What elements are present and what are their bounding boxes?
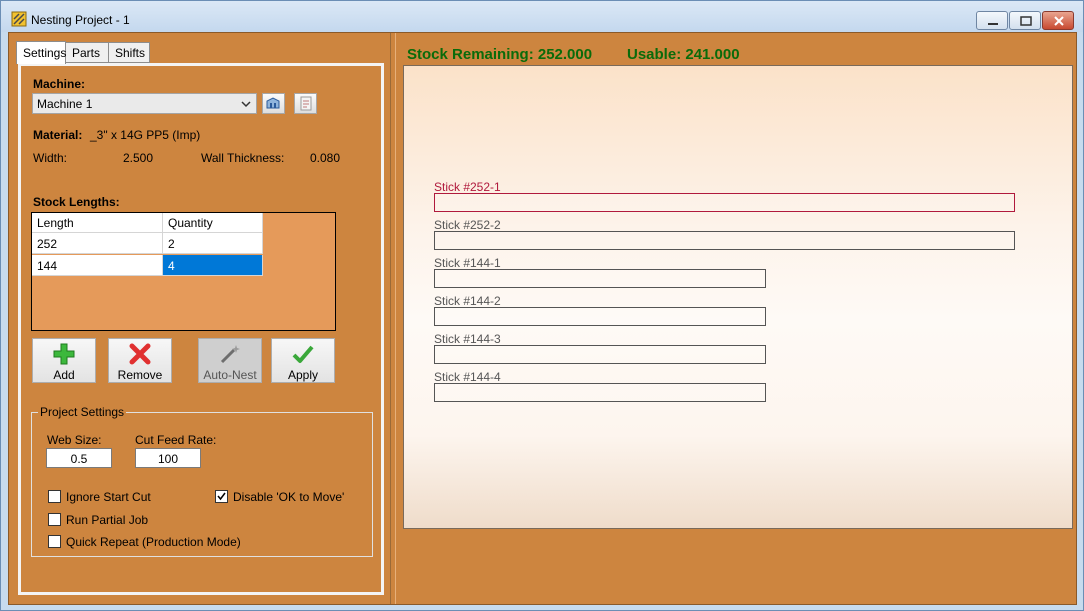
restore-button[interactable] bbox=[1009, 11, 1041, 30]
grid-header-quantity[interactable]: Quantity bbox=[163, 213, 263, 233]
close-icon bbox=[1054, 16, 1064, 26]
machine-select-value: Machine 1 bbox=[37, 97, 93, 111]
stock-lengths-label: Stock Lengths: bbox=[33, 195, 120, 209]
grid-cell-quantity-selected[interactable]: 4 bbox=[163, 255, 263, 276]
stick-bar[interactable] bbox=[434, 231, 1015, 250]
disable-ok-to-move-label: Disable 'OK to Move' bbox=[233, 490, 345, 504]
width-value: 2.500 bbox=[123, 151, 154, 165]
magic-wand-icon bbox=[220, 345, 240, 364]
tab-parts[interactable]: Parts bbox=[65, 42, 109, 63]
run-partial-job-checkbox[interactable] bbox=[48, 513, 61, 526]
tab-shifts[interactable]: Shifts bbox=[108, 42, 150, 63]
check-icon bbox=[217, 492, 226, 501]
ignore-start-cut-label: Ignore Start Cut bbox=[66, 490, 151, 504]
remove-button-label: Remove bbox=[117, 368, 163, 382]
settings-tab-page: Machine: Machine 1 Material: _3" x 14G P… bbox=[18, 63, 384, 595]
machine-properties-button[interactable] bbox=[294, 93, 317, 114]
wall-thickness-value: 0.080 bbox=[310, 151, 341, 165]
title-bar[interactable]: Nesting Project - 1 bbox=[1, 1, 1083, 32]
close-button[interactable] bbox=[1042, 11, 1074, 30]
minimize-icon bbox=[988, 23, 998, 25]
cut-feed-rate-input[interactable]: 100 bbox=[135, 448, 201, 468]
chevron-down-icon bbox=[241, 101, 251, 108]
stick-label: Stick #144-4 bbox=[434, 370, 501, 384]
usable-text: Usable: 241.000 bbox=[627, 46, 740, 63]
tab-settings[interactable]: Settings bbox=[16, 41, 66, 64]
project-settings-title: Project Settings bbox=[38, 405, 127, 419]
web-size-input[interactable]: 0.5 bbox=[46, 448, 112, 468]
machine-select[interactable]: Machine 1 bbox=[32, 93, 257, 114]
document-icon bbox=[300, 96, 312, 111]
open-machine-button[interactable] bbox=[262, 93, 285, 114]
web-size-label: Web Size: bbox=[47, 433, 102, 447]
auto-nest-button[interactable]: Auto-Nest bbox=[198, 338, 262, 383]
disable-ok-to-move-checkbox[interactable] bbox=[215, 490, 228, 503]
add-button-label: Add bbox=[53, 368, 75, 382]
grid-header-length[interactable]: Length bbox=[32, 213, 163, 233]
plus-icon bbox=[53, 343, 75, 365]
stick-label: Stick #144-1 bbox=[434, 256, 501, 270]
project-settings-group: Project Settings Web Size: 0.5 Cut Feed … bbox=[31, 405, 373, 557]
stick-bar[interactable] bbox=[434, 345, 766, 364]
stock-lengths-grid[interactable]: Length Quantity 252 2 144 4 bbox=[31, 212, 336, 331]
stick-bar[interactable] bbox=[434, 307, 766, 326]
material-label: Material: bbox=[33, 128, 83, 142]
quick-repeat-label: Quick Repeat (Production Mode) bbox=[66, 535, 241, 549]
add-button[interactable]: Add bbox=[32, 338, 96, 383]
minimize-button[interactable] bbox=[976, 11, 1008, 30]
stick-bar[interactable] bbox=[434, 269, 766, 288]
stick-label: Stick #144-2 bbox=[434, 294, 501, 308]
grid-cell-quantity[interactable]: 2 bbox=[163, 233, 263, 254]
client-area: Settings Parts Shifts Machine: Machine 1 bbox=[8, 32, 1077, 605]
machine-label: Machine: bbox=[33, 77, 86, 91]
nesting-canvas[interactable]: Stick #252-1 Stick #252-2 Stick #144-1 Stic… bbox=[403, 65, 1073, 529]
grid-cell-length[interactable]: 252 bbox=[32, 233, 163, 254]
wall-thickness-label: Wall Thickness: bbox=[201, 151, 285, 165]
quick-repeat-checkbox[interactable] bbox=[48, 535, 61, 548]
checkmark-icon bbox=[292, 345, 314, 363]
stick-label: Stick #252-2 bbox=[434, 218, 501, 232]
stick-label: Stick #144-3 bbox=[434, 332, 501, 346]
stick-bar[interactable] bbox=[434, 383, 766, 402]
application-window: Nesting Project - 1 Settings Parts Shift… bbox=[0, 0, 1084, 611]
apply-button[interactable]: Apply bbox=[271, 338, 335, 383]
run-partial-job-label: Run Partial Job bbox=[66, 513, 149, 527]
stock-remaining-text: Stock Remaining: 252.000 bbox=[407, 46, 593, 63]
grid-cell-length[interactable]: 144 bbox=[32, 255, 163, 276]
width-label: Width: bbox=[33, 151, 68, 165]
machine-library-icon bbox=[266, 97, 280, 109]
stick-label: Stick #252-1 bbox=[434, 180, 501, 194]
apply-button-label: Apply bbox=[287, 368, 319, 382]
splitter[interactable] bbox=[390, 33, 396, 604]
ignore-start-cut-checkbox[interactable] bbox=[48, 490, 61, 503]
cut-feed-rate-label: Cut Feed Rate: bbox=[135, 433, 217, 447]
app-icon bbox=[11, 11, 27, 27]
auto-nest-button-label: Auto-Nest bbox=[203, 368, 257, 382]
material-value: _3" x 14G PP5 (Imp) bbox=[90, 128, 201, 142]
window-title: Nesting Project - 1 bbox=[31, 13, 130, 27]
remove-button[interactable]: Remove bbox=[108, 338, 172, 383]
stick-bar[interactable] bbox=[434, 193, 1015, 212]
restore-icon bbox=[1020, 16, 1032, 26]
delete-x-icon bbox=[129, 343, 151, 365]
